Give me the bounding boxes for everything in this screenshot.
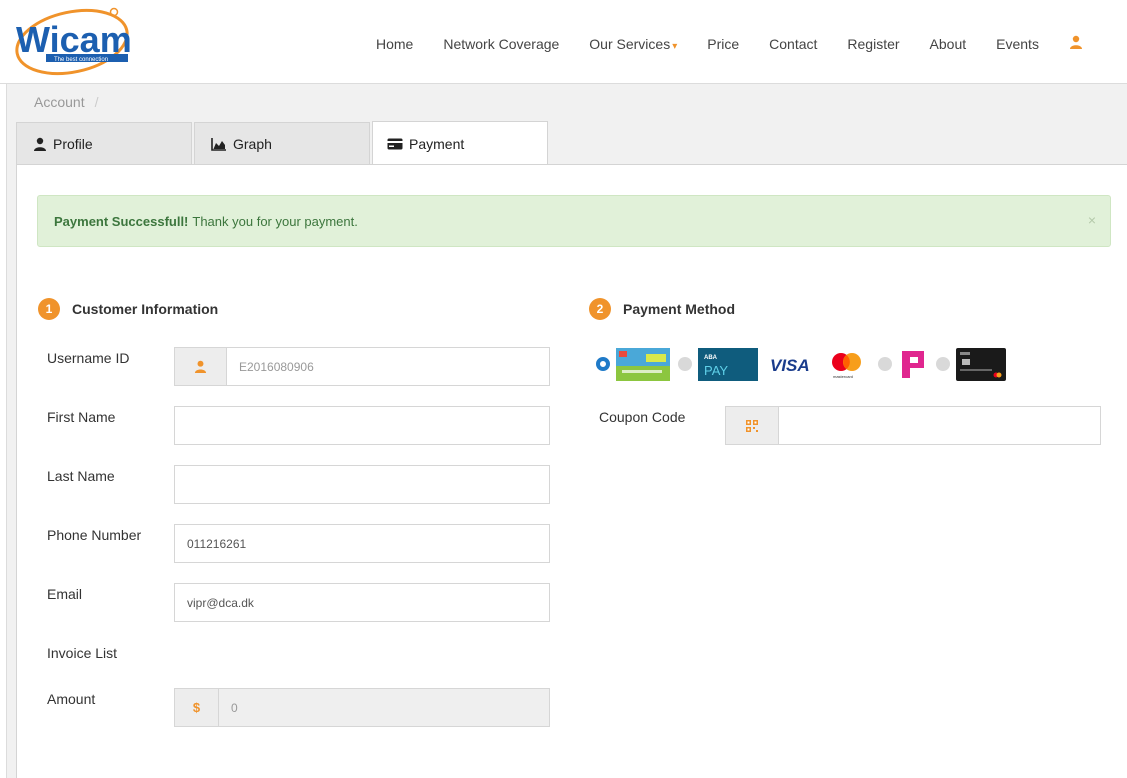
step-badge-2: 2 <box>589 298 611 320</box>
nav-our-services[interactable]: Our Services ▾ <box>589 36 677 52</box>
alert-message: Thank you for your payment. <box>192 213 358 229</box>
nav-network-coverage[interactable]: Network Coverage <box>443 36 559 52</box>
tab-payment[interactable]: Payment <box>372 121 548 165</box>
mastercard-logo[interactable]: mastercard <box>824 348 870 381</box>
svg-text:The best connection: The best connection <box>54 57 108 63</box>
alert-strong-text: Payment Successfull! <box>54 213 189 229</box>
qr-code-addon <box>725 406 779 445</box>
nav-contact[interactable]: Contact <box>769 36 817 52</box>
nav-our-services-label: Our Services <box>589 35 671 52</box>
svg-text:Wicam: Wicam <box>16 19 132 60</box>
amount-label: Amount <box>47 691 96 707</box>
credit-card-icon <box>387 138 403 150</box>
black-card-logo[interactable] <box>956 347 1006 381</box>
email-field[interactable]: vipr@dca.dk <box>174 583 550 622</box>
svg-text:ABA: ABA <box>704 355 718 361</box>
customer-info-title: Customer Information <box>72 301 219 317</box>
breadcrumb: Account / <box>34 94 98 110</box>
breadcrumb-separator: / <box>94 94 99 110</box>
main-nav: Home Network Coverage Our Services ▾ Pric… <box>376 35 1113 52</box>
username-addon <box>174 347 227 386</box>
tab-profile-label: Profile <box>53 135 93 152</box>
payment-success-alert: Payment Successfull! Thank you for your … <box>37 195 1111 247</box>
last-name-field[interactable] <box>174 465 550 504</box>
top-navbar: Wicam The best connection Home Network C… <box>0 0 1127 84</box>
svg-text:VISA: VISA <box>770 356 810 375</box>
wicam-logo[interactable]: Wicam The best connection <box>14 6 134 80</box>
chevron-down-icon: ▾ <box>672 40 678 52</box>
tab-profile[interactable]: Profile <box>16 122 192 164</box>
tab-payment-label: Payment <box>409 135 465 152</box>
payment-method-heading: 2 Payment Method <box>589 298 735 320</box>
payment-method-title: Payment Method <box>623 301 736 317</box>
nav-register[interactable]: Register <box>847 36 899 52</box>
user-icon[interactable] <box>1069 35 1083 52</box>
email-label: Email <box>47 586 83 602</box>
first-name-field[interactable] <box>174 406 550 445</box>
radio-wing-card[interactable] <box>596 357 610 371</box>
radio-black-card[interactable] <box>936 357 950 371</box>
account-tabs: Profile Graph Payment <box>16 121 550 165</box>
radio-aba-pay[interactable] <box>678 357 692 371</box>
nav-about[interactable]: About <box>930 36 967 52</box>
wing-card-logo[interactable] <box>616 347 670 381</box>
amount-field: 0 <box>218 688 550 727</box>
last-name-label: Last Name <box>47 468 115 484</box>
nav-events[interactable]: Events <box>996 36 1039 52</box>
coupon-code-field[interactable] <box>778 406 1101 445</box>
dollar-icon: $ <box>174 688 219 727</box>
nav-home[interactable]: Home <box>376 36 413 52</box>
phone-number-label: Phone Number <box>47 527 142 543</box>
invoice-list-label: Invoice List <box>47 645 118 661</box>
payment-method-options: ABA PAY VISA mastercard <box>596 347 1014 381</box>
breadcrumb-account[interactable]: Account <box>34 94 85 110</box>
username-label: Username ID <box>47 350 130 366</box>
aba-pay-logo[interactable]: ABA PAY <box>698 347 758 381</box>
first-name-label: First Name <box>47 409 116 425</box>
close-icon[interactable]: × <box>1088 212 1096 228</box>
customer-info-heading: 1 Customer Information <box>38 298 218 320</box>
step-badge-1: 1 <box>38 298 60 320</box>
username-field[interactable]: E2016080906 <box>226 347 550 386</box>
tab-graph[interactable]: Graph <box>194 122 370 164</box>
qr-code-icon <box>746 419 758 432</box>
user-icon <box>33 137 47 151</box>
area-chart-icon <box>211 137 227 151</box>
pipay-logo[interactable] <box>898 348 928 381</box>
svg-text:mastercard: mastercard <box>833 374 853 379</box>
visa-logo[interactable]: VISA <box>766 348 816 381</box>
svg-text:PAY: PAY <box>704 363 728 378</box>
tab-graph-label: Graph <box>233 135 272 152</box>
phone-number-field[interactable]: 011216261 <box>174 524 550 563</box>
radio-pipay[interactable] <box>878 357 892 371</box>
coupon-code-label: Coupon Code <box>599 409 686 425</box>
nav-price[interactable]: Price <box>707 36 739 52</box>
user-icon <box>194 360 207 373</box>
